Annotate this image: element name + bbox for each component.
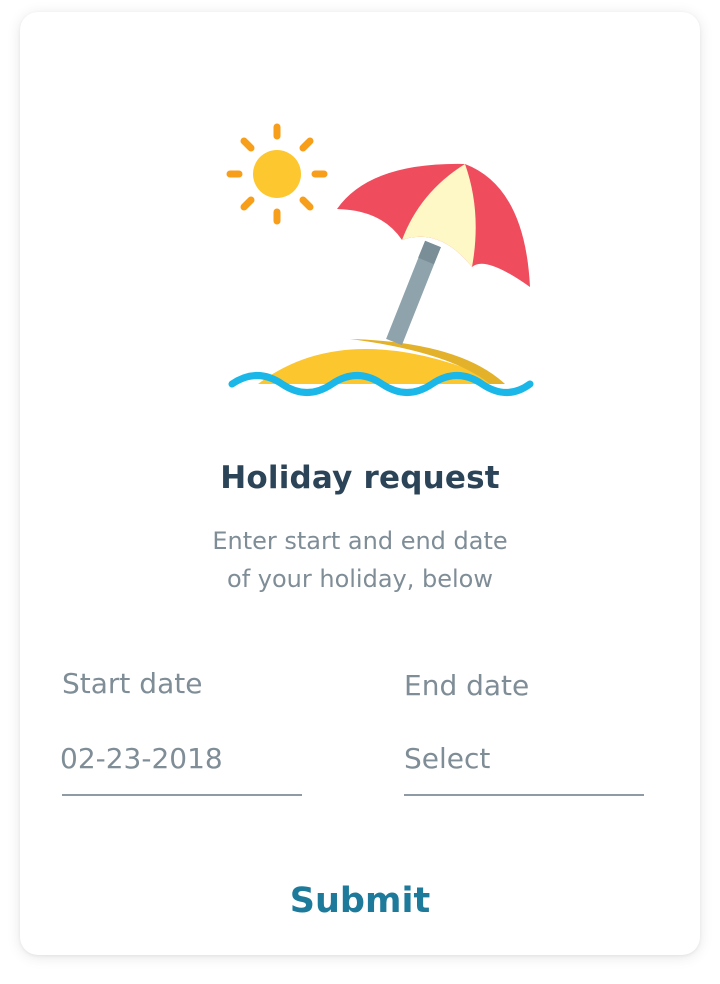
end-date-field[interactable]: Select <box>404 742 490 775</box>
start-date-field[interactable]: 02-23-2018 <box>60 742 223 775</box>
end-date-label: End date <box>404 669 530 702</box>
start-date-label: Start date <box>62 667 203 700</box>
start-date-underline <box>62 794 302 796</box>
page-title: Holiday request <box>220 460 500 496</box>
page-subtitle: Enter start and end date of your holiday… <box>20 522 700 598</box>
subtitle-line-1: Enter start and end date <box>212 527 508 555</box>
beach-illustration <box>226 123 534 396</box>
sun-icon <box>226 123 328 225</box>
holiday-request-card: Holiday request Enter start and end date… <box>20 12 700 955</box>
end-date-underline <box>404 794 644 796</box>
submit-button[interactable]: Submit <box>260 874 460 928</box>
beach-umbrella-icon <box>337 163 530 346</box>
subtitle-line-2: of your holiday, below <box>227 565 493 593</box>
